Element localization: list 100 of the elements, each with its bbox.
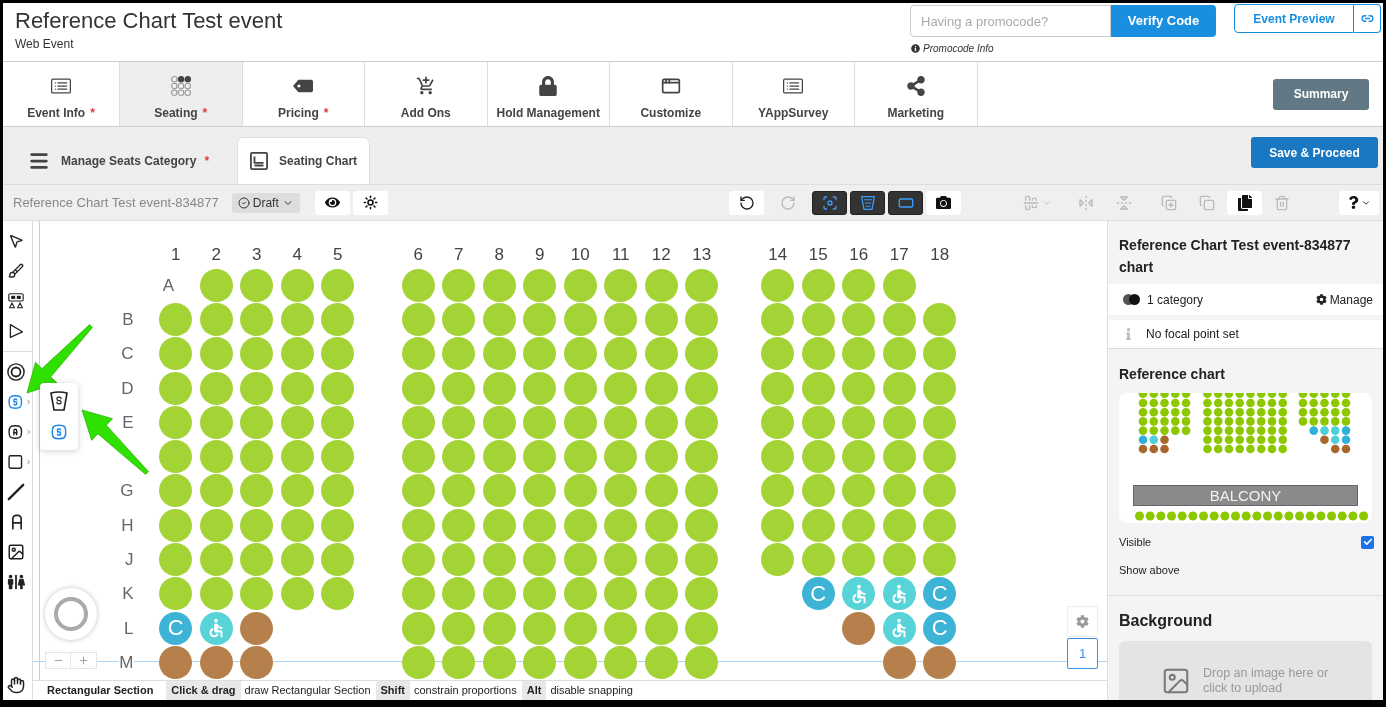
event-preview-button[interactable]: Event Preview [1234,4,1354,33]
shortcut-hint: disable snapping [550,683,633,699]
image-icon [7,543,25,561]
seat [240,371,274,405]
seat [401,302,435,336]
seat [240,337,274,371]
seat [685,508,719,542]
seat [401,474,435,508]
help-button[interactable] [1339,190,1379,215]
seat [644,405,678,439]
seat [882,543,916,576]
seat [563,577,597,611]
manage-button[interactable]: Manage [1315,290,1373,309]
seat [401,543,435,576]
visible-checkbox[interactable] [1361,535,1374,549]
seat [442,577,476,611]
brightness-button[interactable] [352,190,388,215]
seat [240,405,274,439]
column-number: 7 [454,245,464,263]
column-number: 11 [611,245,630,263]
seat [604,543,638,576]
seat [644,302,678,336]
info-icon [911,44,920,53]
shortcut-key: Click & drag [166,681,241,700]
seat [442,302,476,336]
seat [801,474,835,508]
seat [685,440,719,474]
layer-toggle[interactable] [812,190,847,215]
seat [401,268,435,302]
brush-icon [8,263,24,279]
seat [685,371,719,405]
seat [240,508,274,542]
info-icon [1126,328,1131,340]
promocode-field[interactable]: Having a promocode? [910,5,1111,37]
seat [159,405,193,439]
seat [482,645,516,679]
seat [801,302,835,336]
seat [685,611,719,645]
row-label: M [119,653,134,671]
focal-point-status: No focal point set [1146,326,1239,343]
floor-settings-button[interactable] [1067,606,1098,637]
seat: C [159,611,193,645]
seat [199,371,233,405]
promocode-info-link[interactable]: Promocode Info [911,41,994,56]
column-number: 4 [292,245,302,263]
seat [442,611,476,645]
nav-tab[interactable]: Seating * [120,62,243,126]
focus-icon [821,194,838,211]
seat [604,268,638,302]
seat [882,405,916,439]
column-number: 15 [808,245,828,263]
seat [159,508,193,542]
seat [321,543,355,576]
seat [761,371,795,405]
seat [842,474,876,508]
event-type: Web Event [15,37,75,51]
summary-button[interactable]: Summary [1273,78,1369,110]
row-label: J [125,551,134,568]
seat [604,508,638,542]
seat [199,302,233,336]
layer-toggle[interactable] [850,190,885,215]
save-proceed-button[interactable]: Save & Proceed [1251,137,1378,168]
copy-icon [1236,194,1253,211]
seat [240,611,274,645]
seat [923,645,957,679]
s-badge-icon [50,422,68,441]
seat [199,440,233,474]
seat [523,611,557,645]
window-icon [660,76,681,96]
undo-button[interactable] [729,190,764,215]
seat: C [801,577,835,611]
seat [442,268,476,302]
seat [482,577,516,611]
copy-link-button[interactable] [1354,4,1381,33]
seat [761,543,795,576]
sub-tab[interactable]: Manage Seats Category * [28,137,210,184]
seat [801,440,835,474]
preview-toggle-button[interactable] [314,190,350,215]
seat [321,405,355,439]
seat [321,371,355,405]
seat [842,508,876,542]
sub-tab[interactable]: Seating Chart [237,137,371,184]
snapshot-button[interactable] [926,190,961,215]
seat [644,268,678,302]
seat [240,645,274,679]
seat [280,302,314,336]
seat [882,508,916,542]
seat: C [923,577,957,611]
edit-button[interactable] [1227,190,1262,215]
status-dropdown[interactable]: Draft [231,192,300,213]
column-number: 12 [651,245,671,263]
seat [604,371,638,405]
layer-toggle[interactable] [888,190,923,215]
seat [882,337,916,371]
check-circle-icon [237,196,250,209]
zoom-in-button[interactable] [71,652,97,669]
seat [761,302,795,336]
seat [280,405,314,439]
seat [401,337,435,371]
seat [199,268,233,302]
